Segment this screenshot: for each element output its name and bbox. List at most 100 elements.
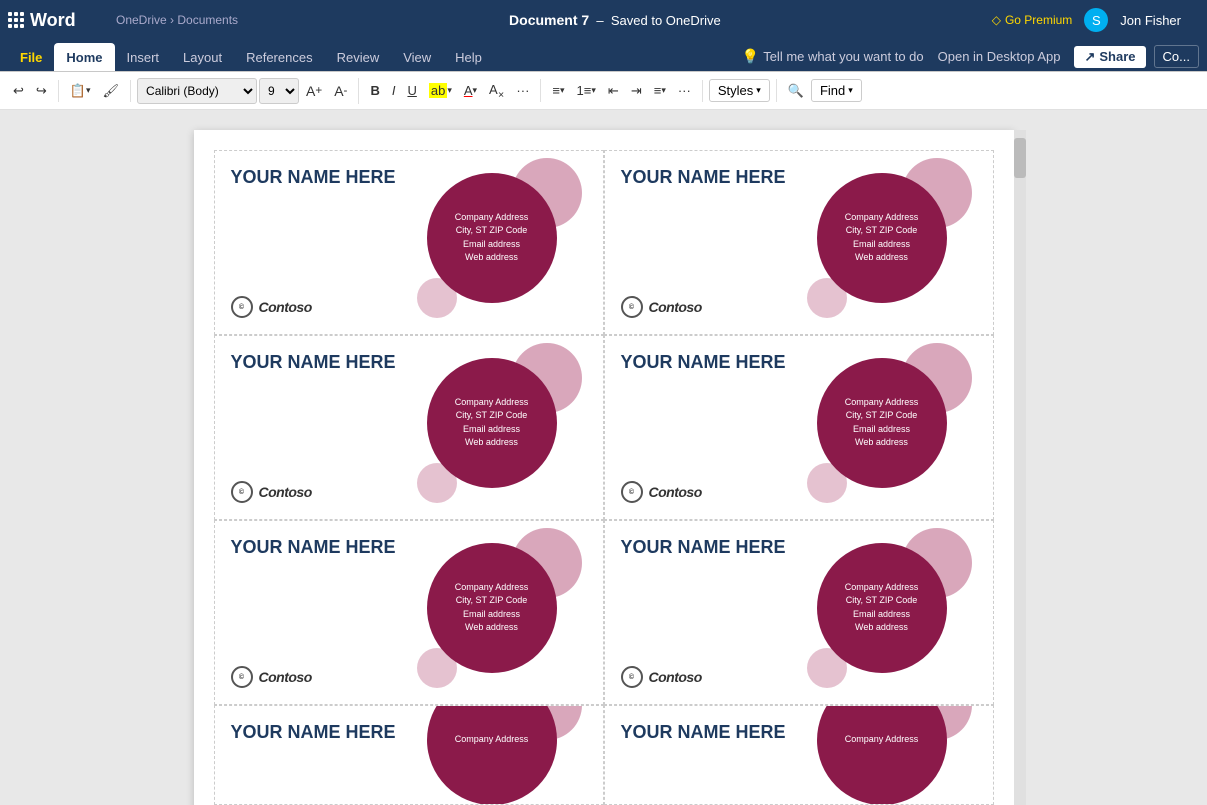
scrollbar[interactable] bbox=[1014, 130, 1026, 805]
addr-line2-4: City, ST ZIP Code bbox=[845, 409, 919, 423]
clear-format-icon: A✕ bbox=[489, 82, 504, 100]
business-card-4: YOUR NAME HERE © Contoso Company Address… bbox=[604, 335, 994, 520]
card-left-2: YOUR NAME HERE © Contoso bbox=[621, 167, 807, 318]
card-left-5: YOUR NAME HERE © Contoso bbox=[231, 537, 417, 688]
font-select[interactable]: Calibri (Body) bbox=[137, 78, 257, 104]
styles-button[interactable]: Styles ▾ bbox=[709, 79, 770, 102]
italic-button[interactable]: I bbox=[387, 80, 401, 101]
highlight-icon: ab bbox=[429, 83, 447, 98]
undo-button[interactable]: ↩ bbox=[8, 80, 29, 102]
share-label: Share bbox=[1099, 49, 1135, 64]
addr-line1-7: Company Address bbox=[455, 733, 529, 747]
document-area[interactable]: YOUR NAME HERE © Contoso Company Address… bbox=[0, 110, 1207, 805]
card-grid: YOUR NAME HERE © Contoso Company Address… bbox=[214, 150, 994, 805]
addr-line4-6: Web address bbox=[845, 621, 919, 635]
decrease-font-button[interactable]: A- bbox=[329, 80, 352, 102]
deco-circle-big-8: Company Address bbox=[817, 705, 947, 805]
tab-file[interactable]: File bbox=[8, 43, 54, 71]
contoso-circle-5: © bbox=[231, 666, 253, 688]
waffle-icon[interactable] bbox=[8, 12, 24, 28]
skype-icon[interactable]: S bbox=[1084, 8, 1108, 32]
share-button[interactable]: ↗ Share bbox=[1074, 46, 1145, 68]
find-label: Find bbox=[820, 83, 845, 98]
chevron-down-icon5: ▾ bbox=[591, 85, 596, 96]
card-left-3: YOUR NAME HERE © Contoso bbox=[231, 352, 417, 503]
card-name-6: YOUR NAME HERE bbox=[621, 537, 807, 559]
tab-help[interactable]: Help bbox=[443, 43, 494, 71]
find-button[interactable]: Find ▾ bbox=[811, 79, 862, 102]
align-button[interactable]: ≡▾ bbox=[649, 80, 671, 101]
doc-page: YOUR NAME HERE © Contoso Company Address… bbox=[194, 130, 1014, 805]
scrollbar-thumb[interactable] bbox=[1014, 138, 1026, 178]
card-left-6: YOUR NAME HERE © Contoso bbox=[621, 537, 807, 688]
addr-line4-4: Web address bbox=[845, 436, 919, 450]
business-card-8: YOUR NAME HERE Company Address bbox=[604, 705, 994, 805]
font-color-icon: A bbox=[464, 83, 473, 98]
chevron-down-icon: ▾ bbox=[86, 85, 91, 96]
user-name[interactable]: Jon Fisher bbox=[1120, 13, 1181, 28]
deco-circle-big-3: Company Address City, ST ZIP Code Email … bbox=[427, 358, 557, 488]
card-address-7: Company Address bbox=[449, 727, 535, 753]
underline-button[interactable]: U bbox=[402, 80, 421, 101]
comments-button[interactable]: Co... bbox=[1154, 45, 1199, 68]
tab-layout[interactable]: Layout bbox=[171, 43, 234, 71]
deco-circle-big-2: Company Address City, ST ZIP Code Email … bbox=[817, 173, 947, 303]
align-icon: ≡ bbox=[654, 83, 662, 98]
format-painter-button[interactable]: 🖌 bbox=[98, 80, 125, 102]
card-right-1: Company Address City, ST ZIP Code Email … bbox=[417, 158, 587, 328]
card-address-4: Company Address City, ST ZIP Code Email … bbox=[839, 390, 925, 456]
contoso-logo-2: © Contoso bbox=[621, 296, 807, 318]
font-color-button[interactable]: A▾ bbox=[459, 80, 482, 101]
addr-line3-6: Email address bbox=[845, 608, 919, 622]
deco-circle-big-7: Company Address bbox=[427, 705, 557, 805]
deco-circle-big-4: Company Address City, ST ZIP Code Email … bbox=[817, 358, 947, 488]
deco-circle-big-5: Company Address City, ST ZIP Code Email … bbox=[427, 543, 557, 673]
contoso-text-2: Contoso bbox=[649, 299, 702, 315]
more-format-button[interactable]: ··· bbox=[511, 80, 534, 101]
open-desktop-button[interactable]: Open in Desktop App bbox=[932, 47, 1067, 66]
business-card-5: YOUR NAME HERE © Contoso Company Address… bbox=[214, 520, 604, 705]
go-premium-button[interactable]: ◇ Go Premium bbox=[992, 13, 1073, 27]
addr-line4-3: Web address bbox=[455, 436, 529, 450]
business-card-6: YOUR NAME HERE © Contoso Company Address… bbox=[604, 520, 994, 705]
bullets-button[interactable]: ≡▾ bbox=[547, 80, 569, 101]
contoso-text-1: Contoso bbox=[259, 299, 312, 315]
chevron-down-icon7: ▾ bbox=[756, 85, 761, 96]
bold-button[interactable]: B bbox=[365, 80, 384, 101]
tab-insert[interactable]: Insert bbox=[115, 43, 172, 71]
contoso-logo-3: © Contoso bbox=[231, 481, 417, 503]
card-name-1: YOUR NAME HERE bbox=[231, 167, 417, 189]
format-group: B I U ab▾ A▾ A✕ ··· bbox=[365, 79, 541, 103]
contoso-text-4: Contoso bbox=[649, 484, 702, 500]
addr-line2-2: City, ST ZIP Code bbox=[845, 224, 919, 238]
addr-line3-3: Email address bbox=[455, 423, 529, 437]
card-left-4: YOUR NAME HERE © Contoso bbox=[621, 352, 807, 503]
contoso-text-6: Contoso bbox=[649, 669, 702, 685]
card-left-1: YOUR NAME HERE © Contoso bbox=[231, 167, 417, 318]
contoso-logo-6: © Contoso bbox=[621, 666, 807, 688]
highlight-button[interactable]: ab▾ bbox=[424, 80, 457, 101]
redo-button[interactable]: ↪ bbox=[31, 80, 52, 102]
clear-format-button[interactable]: A✕ bbox=[484, 79, 509, 103]
decrease-indent-button[interactable]: ⇤ bbox=[603, 80, 624, 102]
font-size-select[interactable]: 9 bbox=[259, 78, 299, 104]
tab-view[interactable]: View bbox=[391, 43, 443, 71]
deco-circle-big-1: Company Address City, ST ZIP Code Email … bbox=[427, 173, 557, 303]
tell-me[interactable]: 💡 Tell me what you want to do bbox=[742, 48, 924, 65]
card-right-6: Company Address City, ST ZIP Code Email … bbox=[807, 528, 977, 698]
undo-redo-group: ↩ ↪ bbox=[8, 80, 59, 102]
tab-review[interactable]: Review bbox=[325, 43, 392, 71]
chevron-down-icon4: ▾ bbox=[560, 85, 565, 96]
tab-home[interactable]: Home bbox=[54, 43, 114, 71]
numbering-button[interactable]: 1≡▾ bbox=[572, 80, 601, 101]
increase-font-button[interactable]: A+ bbox=[301, 80, 327, 102]
more-paragraph-button[interactable]: ··· bbox=[673, 80, 696, 101]
increase-indent-button[interactable]: ⇥ bbox=[626, 80, 647, 102]
tab-references[interactable]: References bbox=[234, 43, 324, 71]
card-address-1: Company Address City, ST ZIP Code Email … bbox=[449, 205, 535, 271]
paste-button[interactable]: 📋▾ bbox=[65, 80, 96, 102]
search-icon-button[interactable]: 🔍 bbox=[783, 80, 809, 102]
card-right-2: Company Address City, ST ZIP Code Email … bbox=[807, 158, 977, 328]
card-name-2: YOUR NAME HERE bbox=[621, 167, 807, 189]
addr-line2-3: City, ST ZIP Code bbox=[455, 409, 529, 423]
